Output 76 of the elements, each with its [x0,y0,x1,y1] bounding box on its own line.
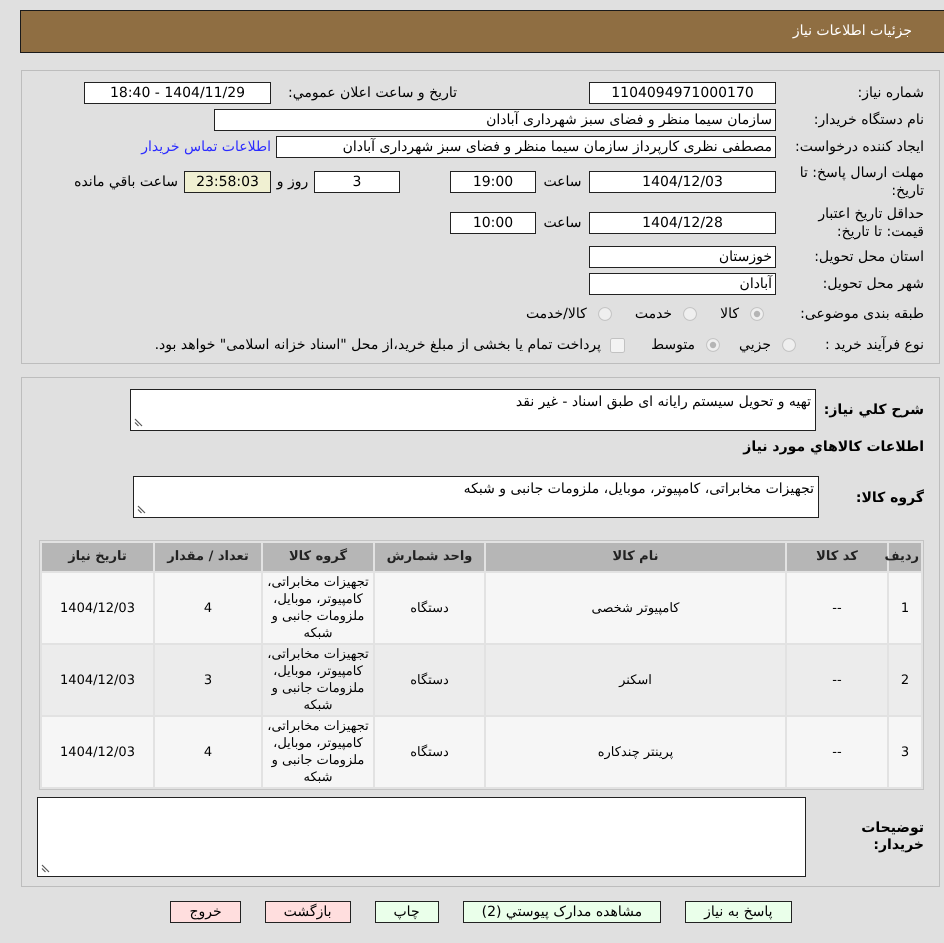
column-header: واحد شمارش [375,543,484,571]
announcement-date-field[interactable]: 1404/11/29 - 18:40 [84,82,271,104]
table-cell: 4 [155,573,261,643]
time-remaining-field[interactable]: 23:58:03 [184,171,271,193]
city-field[interactable]: آبادان [589,273,776,295]
table-cell: اسکنر [486,645,785,715]
table-cell: دستگاه [375,717,484,787]
table-cell: 1404/12/03 [42,573,153,643]
table-cell: 1404/12/03 [42,645,153,715]
field-label: تاریخ و ساعت اعلان عمومي: [287,84,457,102]
page-title: جزئیات اطلاعات نیاز [792,22,912,41]
field-label: ساعت [542,172,583,192]
table-cell: تجهیزات مخابراتی، کامپیوتر، موبایل، ملزومات جانبی و شبکه [263,645,373,715]
description-field[interactable]: تهیه و تحویل سیستم رایانه ای طبق اسناد - غیر نقد [130,389,816,431]
column-header: تاریخ نیاز [42,543,153,571]
field-label: ساعت [542,214,583,232]
column-header: کد کالا [787,543,887,571]
field-label: توضیحات خریدار: [860,820,924,854]
field-label: روز و [275,172,310,192]
field-label: شهر محل تحویل: [822,275,925,293]
back-button[interactable]: بازگشت [264,901,350,923]
field-label: شرح کلي نیاز: [822,400,925,420]
table-cell: 1404/12/03 [42,717,153,787]
table-cell: 1 [889,573,921,643]
table-cell: 4 [155,717,261,787]
field-label: حداقل تاریخ اعتبار قیمت: تا تاریخ: [816,205,925,241]
column-header: نام کالا [486,543,785,571]
need-number-field[interactable]: 1104094971000170 [589,82,776,104]
requester-field[interactable]: مصطفی نظری کارپرداز سازمان سیما منظر و فضای سبز شهرداری آبادان [276,136,776,158]
field-label: ساعت باقي مانده [74,172,178,192]
radio-option[interactable]: خدمت [634,304,698,324]
radio-option[interactable]: متوسط [651,334,720,356]
column-header: گروه کالا [263,543,373,571]
table-cell: -- [787,717,887,787]
resize-grip-icon [134,418,143,427]
validity-date-field[interactable]: 1404/12/28 [589,212,776,234]
field-label: استان محل تحویل: [813,248,925,266]
field-label: گروه کالا: [854,488,925,508]
print-button[interactable]: چاپ [374,901,439,923]
section-title: اطلاعات کالاهاي مورد نیاز [742,438,925,456]
radio-option[interactable]: جزيي [739,334,796,356]
radio-option[interactable]: کالا [720,304,764,324]
province-field[interactable]: خوزستان [589,246,776,268]
table-cell: پرینتر چندکاره [486,717,785,787]
validity-time-field[interactable]: 10:00 [450,212,536,234]
goods-group-field[interactable]: تجهیزات مخابراتی، کامپیوتر، موبایل، ملزومات جانبی و شبکه [133,476,819,518]
days-remaining-field[interactable]: 3 [314,171,400,193]
table-cell: 3 [889,717,921,787]
checkbox-option[interactable]: پرداخت تمام یا بخشی از مبلغ خرید،از محل "اسناد خزانه اسلامی" خواهد بود. [154,334,626,356]
buyer-organization-field[interactable]: سازمان سیما منظر و فضای سبز شهرداری آبادان [214,109,776,131]
table-cell: تجهیزات مخابراتی، کامپیوتر، موبایل، ملزومات جانبی و شبکه [263,717,373,787]
table-cell: کامپیوتر شخصی [486,573,785,643]
reply-button[interactable]: پاسخ به نیاز [685,901,792,923]
buyer-contact-link[interactable]: اطلاعات تماس خریدار [141,136,271,158]
field-label: نوع فرآیند خرید : [824,336,925,354]
table-cell: -- [787,573,887,643]
deadline-time-field[interactable]: 19:00 [450,171,536,193]
table-cell: -- [787,645,887,715]
table-cell: تجهیزات مخابراتی، کامپیوتر، موبایل، ملزومات جانبی و شبکه [263,573,373,643]
field-label: مهلت ارسال پاسخ: تا تاریخ: [798,164,925,200]
column-header: تعداد / مقدار [155,543,261,571]
table-cell: 2 [889,645,921,715]
field-label: طبقه بندی موضوعی: [799,305,925,323]
exit-button[interactable]: خروج [170,901,241,923]
deadline-date-field[interactable]: 1404/12/03 [589,171,776,193]
field-label: نام دستگاه خریدار: [812,111,925,129]
field-label: شماره نیاز: [856,84,925,102]
field-label: ایجاد کننده درخواست: [794,138,925,156]
resize-grip-icon [41,864,50,873]
notes-field[interactable] [37,797,806,877]
table-cell: دستگاه [375,573,484,643]
attachments-button[interactable]: مشاهده مدارک پیوستي (2) [462,901,662,923]
table-cell: دستگاه [375,645,484,715]
radio-option[interactable]: کالا/خدمت [526,304,612,324]
table-cell: 3 [155,645,261,715]
resize-grip-icon [137,505,146,514]
